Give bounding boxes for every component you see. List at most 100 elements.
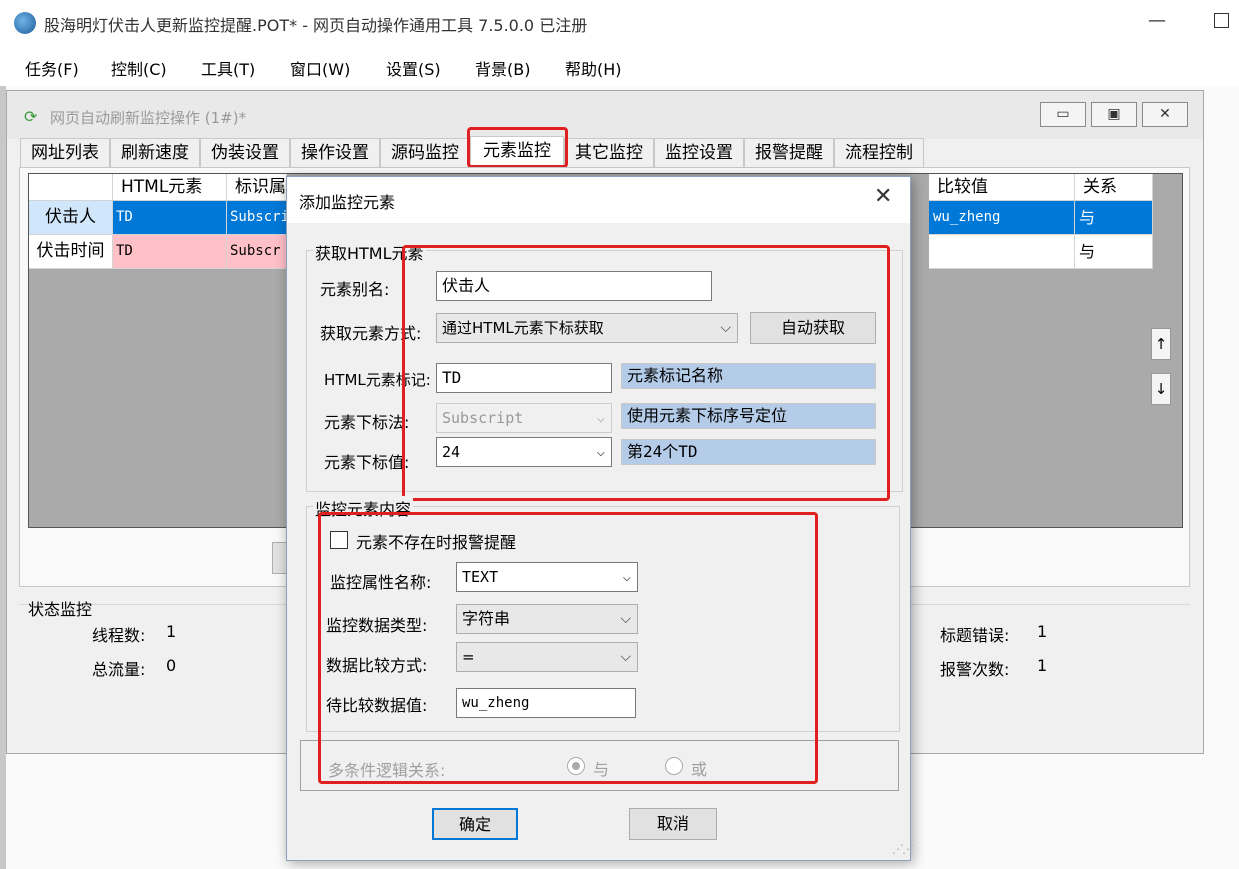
row-relation[interactable]: 与 [1075, 201, 1153, 235]
tab-flow-control[interactable]: 流程控制 [834, 138, 924, 167]
method-select-value: 通过HTML元素下标获取 [442, 319, 604, 337]
row-name[interactable]: 伏击人 [29, 201, 113, 235]
title-error-value: 1 [1037, 622, 1048, 641]
chevron-down-icon: ⌵ [720, 320, 731, 336]
attr-name-select[interactable]: TEXT ⌵ [456, 562, 638, 592]
grid-corner [29, 174, 113, 201]
move-up-button[interactable]: ↑ [1151, 328, 1171, 360]
grid-header-attr[interactable]: 标识属 [227, 174, 287, 201]
ok-button[interactable]: 确定 [432, 808, 518, 840]
compare-method-select[interactable]: = ⌵ [456, 642, 638, 672]
auto-get-button[interactable]: 自动获取 [750, 312, 876, 344]
tab-operation[interactable]: 操作设置 [290, 138, 380, 167]
alias-label: 元素别名: [320, 280, 390, 299]
row-relation[interactable]: 与 [1075, 235, 1153, 269]
data-type-label: 监控数据类型: [326, 616, 428, 635]
row-compare[interactable] [929, 235, 1075, 269]
chevron-down-icon: ⌵ [596, 444, 605, 460]
compare-value-label: 待比较数据值: [326, 696, 428, 715]
index-value: 24 [442, 443, 461, 461]
row-element[interactable]: TD [113, 201, 227, 235]
status-group-label: 状态监控 [28, 600, 93, 619]
dialog-close-button[interactable]: ✕ [874, 184, 892, 209]
compare-value-input[interactable]: wu_zheng [456, 688, 636, 718]
tab-bar: 网址列表 刷新速度 伪装设置 操作设置 源码监控 元素监控 其它监控 监控设置 … [20, 136, 1190, 168]
dialog-title: 添加监控元素 [299, 193, 396, 212]
logic-or-radio [665, 757, 683, 775]
index-value-select[interactable]: 24 ⌵ [436, 437, 612, 467]
tab-alarm[interactable]: 报警提醒 [744, 138, 834, 167]
not-exist-alarm-label: 元素不存在时报警提醒 [356, 533, 517, 552]
tab-element-monitor[interactable]: 元素监控 [470, 136, 564, 167]
get-element-group-label: 获取HTML元素 [313, 240, 426, 264]
index-method-label: 元素下标法: [324, 413, 410, 432]
data-type-value: 字符串 [462, 609, 511, 628]
window-title: 股海明灯伏击人更新监控提醒.POT* - 网页自动操作通用工具 7.5.0.0 … [44, 16, 588, 35]
compare-method-label: 数据比较方式: [326, 656, 428, 675]
menu-bar: 任务(F) 控制(C) 工具(T) 窗口(W) 设置(S) 背景(B) 帮助(H… [0, 46, 1239, 86]
grid-header-html-element[interactable]: HTML元素 [113, 174, 227, 201]
row-name[interactable]: 伏击时间 [29, 235, 113, 269]
move-down-button[interactable]: ↓ [1151, 373, 1171, 405]
method-label: 获取元素方式: [320, 324, 422, 343]
row-attr[interactable]: Subscri [227, 201, 287, 235]
tab-other-monitor[interactable]: 其它监控 [564, 138, 654, 167]
chevron-down-icon: ⌵ [620, 611, 631, 627]
alarm-count-value: 1 [1037, 656, 1048, 675]
chevron-down-icon: ⌵ [620, 649, 631, 665]
data-type-select[interactable]: 字符串 ⌵ [456, 604, 638, 634]
tag-label: HTML元素标记: [324, 371, 431, 389]
refresh-icon: ⟳ [24, 107, 38, 126]
logic-and-radio [567, 757, 585, 775]
row-compare[interactable]: wu_zheng [929, 201, 1075, 235]
attr-name-value: TEXT [462, 568, 499, 586]
index-method-hint: 使用元素下标序号定位 [621, 403, 876, 429]
tab-url-list[interactable]: 网址列表 [20, 138, 110, 167]
alarm-count-label: 报警次数: [940, 660, 1010, 679]
not-exist-alarm-checkbox[interactable] [330, 531, 348, 549]
child-window-title: 网页自动刷新监控操作 (1#)* [50, 109, 247, 127]
index-method-select: Subscript ⌵ [436, 403, 612, 433]
tab-source-monitor[interactable]: 源码监控 [380, 138, 470, 167]
monitor-content-group-label: 监控元素内容 [313, 496, 414, 520]
row-attr[interactable]: Subscr [227, 235, 287, 269]
app-globe-icon [14, 12, 36, 34]
child-restore-button[interactable]: ▣ [1091, 102, 1137, 127]
tag-input[interactable]: TD [436, 363, 612, 393]
maximize-button[interactable] [1214, 13, 1229, 28]
tag-hint: 元素标记名称 [621, 363, 876, 389]
child-close-button[interactable]: ✕ [1142, 102, 1188, 127]
tab-disguise[interactable]: 伪装设置 [200, 138, 290, 167]
grid-header-relation[interactable]: 关系 [1075, 174, 1153, 201]
resize-grip-icon[interactable]: ⋰⋰ [892, 842, 914, 856]
method-select[interactable]: 通过HTML元素下标获取 ⌵ [436, 313, 738, 343]
threads-label: 线程数: [92, 626, 146, 645]
child-minimize-button[interactable]: ▭ [1040, 102, 1086, 127]
title-error-label: 标题错误: [940, 626, 1010, 645]
alias-input[interactable]: 伏击人 [436, 271, 712, 301]
menu-tools[interactable]: 工具(T) [201, 56, 255, 80]
logic-label: 多条件逻辑关系: [328, 761, 446, 780]
cancel-button[interactable]: 取消 [629, 808, 717, 840]
compare-method-value: = [462, 648, 475, 666]
tab-refresh-speed[interactable]: 刷新速度 [110, 138, 200, 167]
logic-or-label: 或 [691, 760, 708, 779]
chevron-down-icon: ⌵ [622, 569, 631, 585]
menu-help[interactable]: 帮助(H) [565, 56, 622, 80]
chevron-down-icon: ⌵ [596, 410, 605, 426]
tab-monitor-settings[interactable]: 监控设置 [654, 138, 744, 167]
attr-name-label: 监控属性名称: [330, 573, 432, 592]
traffic-value: 0 [166, 656, 177, 675]
grid-header-compare[interactable]: 比较值 [929, 174, 1075, 201]
menu-control[interactable]: 控制(C) [111, 56, 167, 80]
index-value-label: 元素下标值: [324, 453, 410, 472]
index-method-value: Subscript [442, 409, 524, 427]
menu-background[interactable]: 背景(B) [475, 56, 530, 80]
menu-window[interactable]: 窗口(W) [290, 56, 350, 80]
menu-settings[interactable]: 设置(S) [386, 56, 441, 80]
logic-and-label: 与 [593, 760, 610, 779]
threads-value: 1 [166, 622, 177, 641]
minimize-button[interactable]: — [1148, 10, 1166, 31]
menu-task[interactable]: 任务(F) [25, 56, 79, 80]
row-element[interactable]: TD [113, 235, 227, 269]
